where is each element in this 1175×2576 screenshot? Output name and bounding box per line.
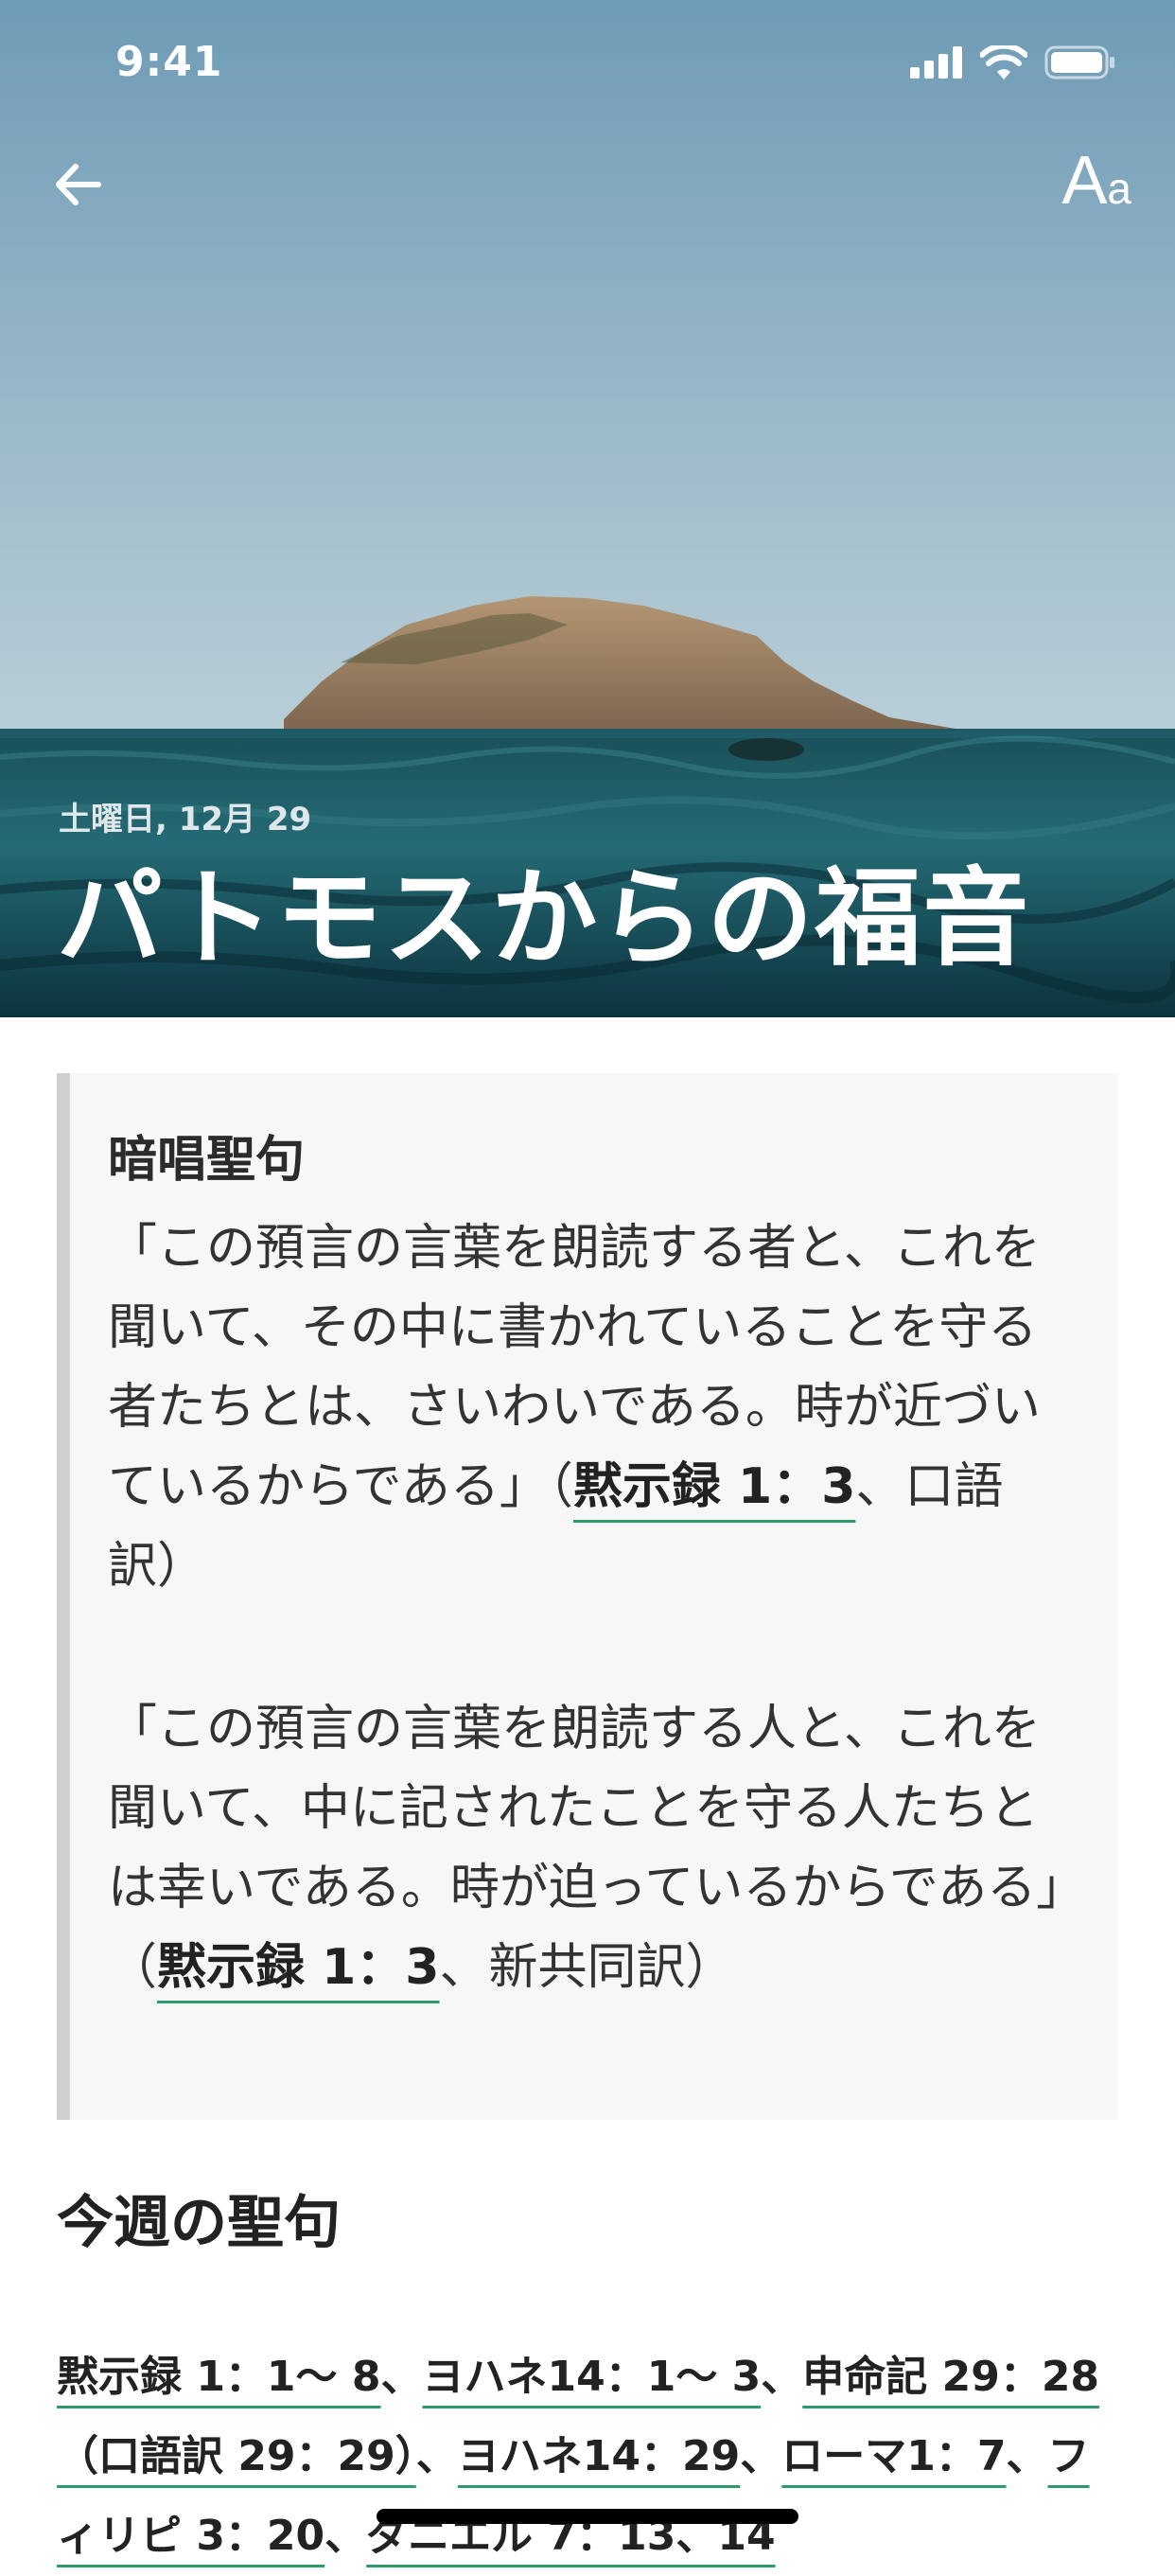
hero-image: 9:41 Aa 土曜日, 12月 29 パトモスからの福音 <box>0 0 1175 1017</box>
scripture-link[interactable]: ヨハネ14：29 <box>458 2432 740 2480</box>
signal-icon <box>910 46 962 79</box>
wifi-icon <box>980 45 1027 79</box>
verse-colloquial: 「この預言の言葉を朗読する者と、これを聞いて、その中に書かれていることを守る者た… <box>108 1209 1073 1606</box>
arrow-left-icon[interactable] <box>47 151 114 218</box>
separator: 、 <box>380 2353 423 2401</box>
separator: 、 <box>415 2432 458 2480</box>
scripture-link[interactable]: ヨハネ14：1〜 3 <box>422 2353 761 2401</box>
font-size-icon-small: a <box>1107 164 1131 213</box>
verse-new-interconfessional: 「この預言の言葉を朗読する人と、これを聞いて、中に記されたことを守る人たちとは幸… <box>108 1689 1073 2007</box>
home-indicator[interactable] <box>377 2509 798 2524</box>
font-size-button[interactable]: Aa <box>1061 142 1131 220</box>
separator: 、 <box>1006 2432 1048 2480</box>
verse-translation: 、新共同訳） <box>439 1938 735 1996</box>
status-bar: 9:41 <box>0 0 1175 127</box>
status-time: 9:41 <box>115 38 223 86</box>
battery-icon <box>1044 45 1114 79</box>
verse-reference-link[interactable]: 黙示録 1：3 <box>573 1458 855 1515</box>
font-size-icon-big: A <box>1061 143 1108 219</box>
weekly-texts-list: 黙示録 1：1〜 8、ヨハネ14：1〜 3、申命記 29：28（口語訳 29：2… <box>57 2338 1116 2576</box>
scripture-link[interactable]: ローマ1：7 <box>781 2432 1006 2480</box>
memory-verse-heading: 暗唱聖句 <box>108 1132 306 1189</box>
separator: 、 <box>761 2353 803 2401</box>
page-title: パトモスからの福音 <box>57 857 1031 980</box>
separator: 、 <box>324 2512 367 2560</box>
status-icons <box>910 45 1116 79</box>
separator: 、 <box>740 2432 782 2480</box>
scripture-link[interactable]: 黙示録 1：1〜 8 <box>57 2353 380 2401</box>
verse-reference-link[interactable]: 黙示録 1：3 <box>157 1939 439 1996</box>
weekly-texts-heading: 今週の聖句 <box>57 2190 341 2256</box>
memory-verse-box: 暗唱聖句 「この預言の言葉を朗読する者と、これを聞いて、その中に書かれていること… <box>57 1073 1118 2120</box>
